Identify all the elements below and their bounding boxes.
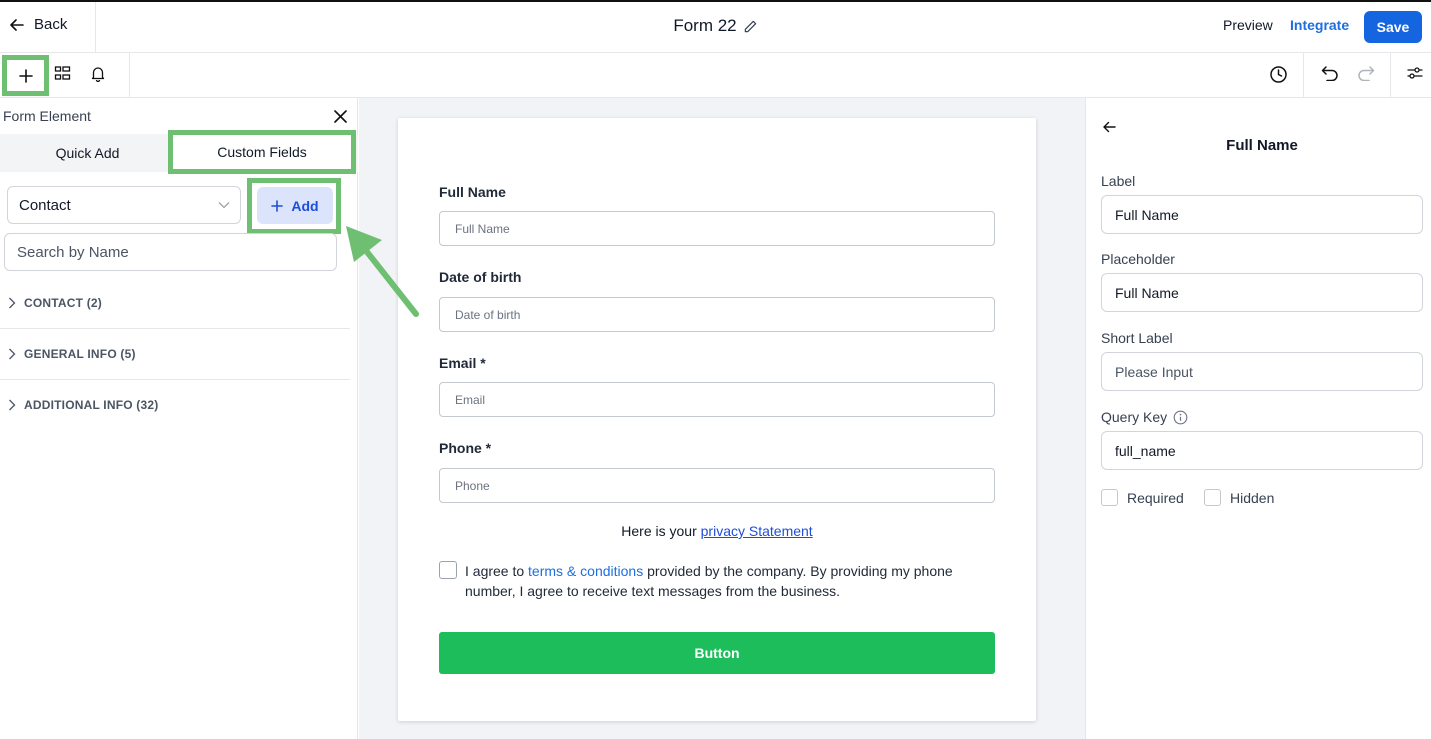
chevron-right-icon [9,348,16,360]
query-key-caption-text: Query Key [1101,409,1168,425]
save-button[interactable]: Save [1364,11,1422,43]
panel-title: Form Element [3,108,91,124]
field-label-date-of-birth: Date of birth [439,269,522,285]
form-title-text: Form 22 [673,16,737,35]
query-key-caption: Query Key [1101,409,1188,425]
query-key-input[interactable] [1101,431,1423,470]
search-input[interactable] [4,233,337,271]
divider [129,53,130,98]
divider [0,328,350,329]
placeholder-caption: Placeholder [1101,251,1175,267]
group-contact[interactable]: CONTACT (2) [8,296,102,310]
date-of-birth-field[interactable] [439,297,995,332]
editor-toolbar [0,53,1431,98]
privacy-text: Here is your privacy Statement [439,523,995,539]
add-element-button[interactable] [2,55,49,96]
field-label-email: Email * [439,355,486,371]
layers-button[interactable] [52,63,72,83]
placeholder-input[interactable] [1101,273,1423,312]
form-preview-card [398,118,1036,721]
full-name-field[interactable] [439,211,995,246]
group-label: ADDITIONAL INFO (32) [24,398,159,412]
close-icon [333,109,347,123]
add-label: Add [291,197,319,214]
terms-prefix: I agree to [465,563,529,579]
plus-icon [18,68,33,83]
divider [1303,53,1304,98]
plus-icon [271,199,284,212]
field-label-full-name: Full Name [439,184,506,200]
redo-button[interactable] [1355,63,1377,83]
privacy-prefix: Here is your [621,523,701,539]
phone-field[interactable] [439,468,995,503]
close-panel-button[interactable] [330,106,350,126]
properties-back-button[interactable] [1100,118,1118,136]
email-field[interactable] [439,382,995,417]
form-title-area: Form 22 [0,16,1431,36]
label-input[interactable] [1101,195,1423,234]
submit-button[interactable]: Button [439,632,995,674]
privacy-link[interactable]: privacy Statement [701,523,813,539]
undo-icon [1321,66,1338,81]
terms-text: I agree to terms & conditions provided b… [465,561,995,601]
group-general-info[interactable]: GENERAL INFO (5) [8,347,136,361]
label-caption: Label [1101,173,1136,189]
short-label-caption: Short Label [1101,330,1173,346]
chevron-right-icon [9,399,16,411]
group-label: CONTACT (2) [24,296,102,310]
history-button[interactable] [1267,63,1289,85]
divider [1390,53,1391,98]
short-label-input[interactable] [1101,352,1423,391]
divider [0,379,350,380]
group-additional-info[interactable]: ADDITIONAL INFO (32) [8,398,158,412]
tab-quick-add[interactable]: Quick Add [0,134,175,172]
add-custom-field-button[interactable]: Add [257,187,333,224]
group-label: GENERAL INFO (5) [24,347,136,361]
form-title[interactable]: Form 22 [673,16,757,36]
info-icon[interactable] [1173,410,1188,425]
hidden-label: Hidden [1230,490,1275,506]
settings-button[interactable] [1405,64,1425,82]
chevron-down-icon [218,202,230,209]
required-checkbox[interactable] [1101,489,1118,506]
field-label-phone: Phone * [439,440,492,456]
hidden-checkbox[interactable] [1204,489,1221,506]
redo-icon [1358,66,1375,81]
terms-link[interactable]: terms & conditions [528,563,643,579]
integrate-link[interactable]: Integrate [1290,17,1349,33]
preview-link[interactable]: Preview [1223,17,1273,33]
bell-icon [91,66,105,82]
required-label: Required [1127,490,1184,506]
sliders-icon [1407,67,1423,79]
object-select-value: Contact [19,196,71,214]
pencil-icon[interactable] [743,19,758,34]
arrow-left-icon [1102,121,1116,133]
layers-icon [54,65,70,80]
terms-checkbox[interactable] [439,561,457,579]
object-select[interactable]: Contact [7,186,241,224]
undo-button[interactable] [1319,63,1341,83]
tab-custom-fields[interactable]: Custom Fields [168,130,356,174]
annotation-arrow-icon [346,226,419,317]
chevron-right-icon [9,297,16,309]
notifications-button[interactable] [88,63,108,83]
properties-title: Full Name [1226,137,1298,154]
clock-history-icon [1269,65,1287,83]
